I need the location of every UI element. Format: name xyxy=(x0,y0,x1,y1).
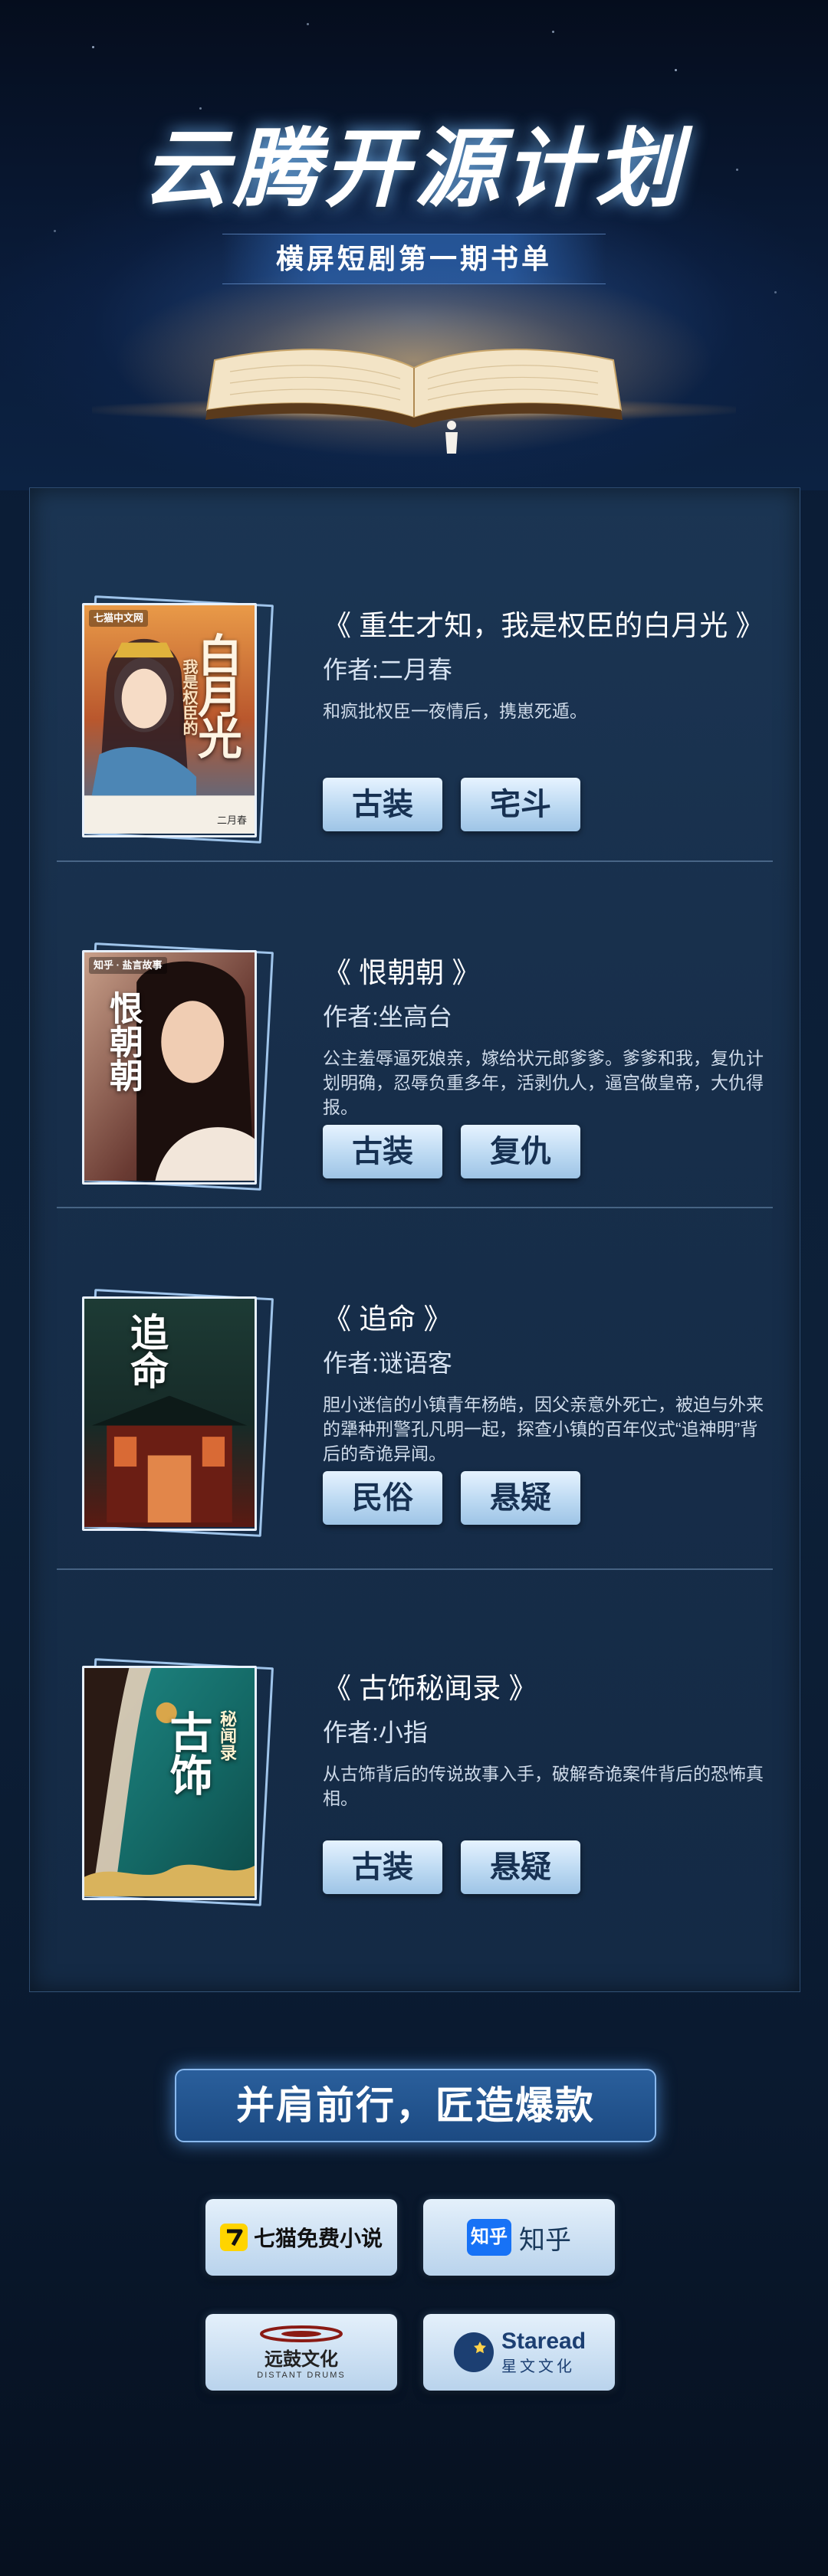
book-title[interactable]: 《 追命 》 xyxy=(323,1300,775,1339)
book-card[interactable]: 追命 《 追命 》 作者:谜语客 胆小迷信的小镇青年杨皓，因父亲意外死亡，被迫与… xyxy=(30,1247,800,1595)
book-info: 《 恨朝朝 》 作者:坐高台 公主羞辱逼死娘亲，嫁给状元郎爹爹。爹爹和我，复仇计… xyxy=(323,954,775,1119)
cover-brand: 知乎 · 盐言故事 xyxy=(89,957,167,974)
book-cover[interactable]: 七猫中文网 白月光 我是权臣的 二月春 xyxy=(81,595,274,844)
book-list-panel: 七猫中文网 白月光 我是权臣的 二月春 《 重生才知，我是权臣的白月光 》 作者… xyxy=(29,487,800,1992)
book-card[interactable]: 知乎 · 盐言故事 恨朝朝 《 恨朝朝 》 作者:坐高台 公主羞辱逼死娘亲，嫁给… xyxy=(30,900,800,1249)
cover-subtitle: 我是权臣的 xyxy=(180,659,199,736)
book-cover[interactable]: 追命 xyxy=(81,1289,274,1537)
page-title: 云腾开源计划 xyxy=(143,121,685,217)
person-silhouette-icon xyxy=(445,421,458,454)
book-info: 《 追命 》 作者:谜语客 胆小迷信的小镇青年杨皓，因父亲意外死亡，被迫与外来的… xyxy=(323,1300,775,1466)
cover-subtitle: 秘闻录 xyxy=(217,1710,237,1761)
cover-brand: 七猫中文网 xyxy=(89,610,149,627)
book-author: 作者:小指 xyxy=(323,1719,428,1746)
book-description: 从古饰背后的传说故事入手，破解奇诡案件背后的恐怖真相。 xyxy=(323,1764,764,1808)
zhihu-logo-icon: 知乎 xyxy=(467,2219,511,2256)
genre-tag[interactable]: 宅斗 xyxy=(461,778,580,831)
cover-author: 二月春 xyxy=(216,814,247,826)
book-description: 公主羞辱逼死娘亲，嫁给状元郎爹爹。爹爹和我，复仇计划明确，忍辱负重多年，活剥仇人… xyxy=(323,1048,764,1117)
partner-logo-zhihu[interactable]: 知乎 知乎 xyxy=(423,2199,615,2276)
cover-title: 古饰 xyxy=(163,1710,213,1796)
cover-title: 追命 xyxy=(124,1313,169,1389)
genre-tag[interactable]: 悬疑 xyxy=(461,1471,580,1525)
card-divider xyxy=(57,860,773,862)
page-subtitle: 横屏短剧第一期书单 xyxy=(222,234,606,284)
staread-logo-icon xyxy=(453,2332,494,2372)
book-info: 《 重生才知，我是权臣的白月光 》 作者:二月春 和疯批权臣一夜情后，携崽死遁。 xyxy=(323,607,775,723)
book-title[interactable]: 《 重生才知，我是权臣的白月光 》 xyxy=(323,607,775,645)
genre-tag[interactable]: 古装 xyxy=(323,1125,442,1178)
partner-logo-staread[interactable]: Staread 星文文化 xyxy=(423,2314,615,2391)
book-card[interactable]: 古饰 秘闻录 《 古饰秘闻录 》 作者:小指 从古饰背后的传说故事入手，破解奇诡… xyxy=(30,1616,800,1965)
genre-tag[interactable]: 民俗 xyxy=(323,1471,442,1525)
partner-name: 七猫免费小说 xyxy=(253,2227,383,2250)
slogan-banner: 并肩前行，匠造爆款 xyxy=(175,2069,656,2142)
book-author: 作者:坐高台 xyxy=(323,1003,452,1031)
book-description: 和疯批权臣一夜情后，携崽死遁。 xyxy=(323,701,587,721)
book-cover[interactable]: 知乎 · 盐言故事 恨朝朝 xyxy=(81,942,274,1191)
hero-banner: 云腾开源计划 横屏短剧第一期书单 xyxy=(0,0,828,490)
genre-tag[interactable]: 古装 xyxy=(323,1840,442,1894)
genre-tag[interactable]: 复仇 xyxy=(461,1125,580,1178)
cover-title: 恨朝朝 xyxy=(104,991,143,1092)
book-card[interactable]: 七猫中文网 白月光 我是权臣的 二月春 《 重生才知，我是权臣的白月光 》 作者… xyxy=(30,553,800,902)
book-info: 《 古饰秘闻录 》 作者:小指 从古饰背后的传说故事入手，破解奇诡案件背后的恐怖… xyxy=(323,1670,775,1811)
card-divider xyxy=(57,1568,773,1570)
distant-drums-logo-icon xyxy=(260,2325,343,2342)
open-book-icon xyxy=(205,349,623,428)
partner-name: 远鼓文化 xyxy=(264,2348,338,2370)
partner-logo-distant-drums[interactable]: 远鼓文化 DISTANT DRUMS xyxy=(205,2314,397,2391)
book-author: 作者:二月春 xyxy=(323,656,452,683)
genre-tag[interactable]: 悬疑 xyxy=(461,1840,580,1894)
book-cover[interactable]: 古饰 秘闻录 xyxy=(81,1658,274,1906)
book-description: 胆小迷信的小镇青年杨皓，因父亲意外死亡，被迫与外来的犟种刑警孔凡明一起，探查小镇… xyxy=(323,1395,764,1463)
card-divider xyxy=(57,1207,773,1208)
book-title[interactable]: 《 古饰秘闻录 》 xyxy=(323,1670,775,1708)
qimao-logo-icon xyxy=(219,2224,248,2251)
partner-name: Staread xyxy=(501,2328,586,2354)
book-author: 作者:谜语客 xyxy=(323,1349,452,1377)
partner-name: 知乎 xyxy=(519,2225,571,2255)
partner-subname: 星文文化 xyxy=(501,2358,575,2375)
partner-subname: DISTANT DRUMS xyxy=(257,2370,346,2380)
genre-tag[interactable]: 古装 xyxy=(323,778,442,831)
book-title[interactable]: 《 恨朝朝 》 xyxy=(323,954,775,992)
partner-logo-qimao[interactable]: 七猫免费小说 xyxy=(205,2199,397,2276)
